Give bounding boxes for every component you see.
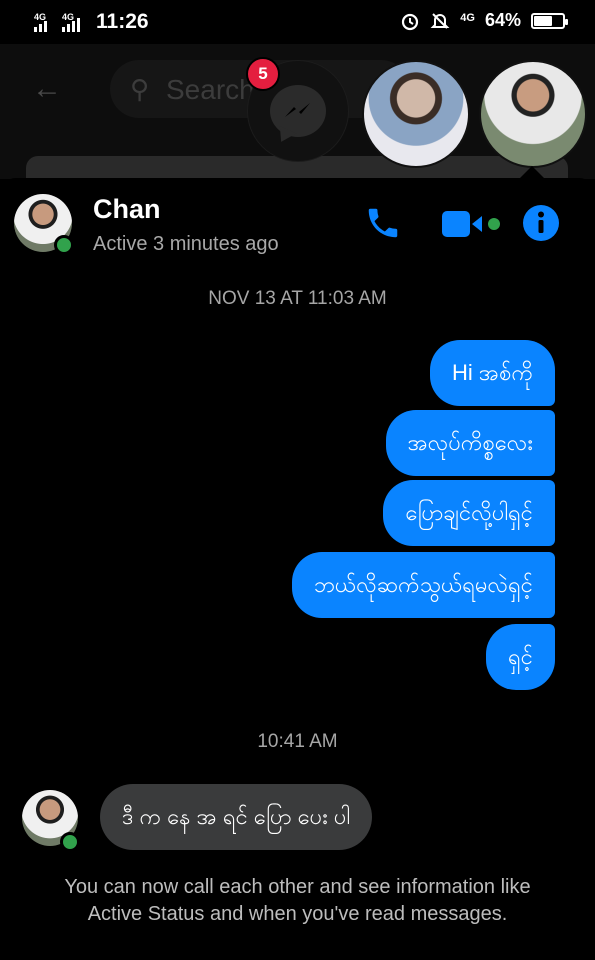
active-status: Active 3 minutes ago — [93, 233, 279, 255]
info-icon[interactable] — [522, 204, 560, 242]
chat-head-avatar[interactable] — [362, 60, 470, 168]
signal-icon: 4G — [34, 12, 56, 32]
outgoing-message[interactable]: အလုပ်ကိစ္စလေး — [385, 410, 555, 476]
chat-head-avatar-active[interactable] — [479, 60, 587, 168]
status-bar: 4G 4G 11:26 4G 64% — [0, 0, 595, 44]
alarm-icon — [402, 13, 419, 30]
contact-name[interactable]: Chan — [93, 194, 161, 225]
active-head-pointer — [520, 166, 544, 178]
battery-icon — [531, 12, 568, 29]
online-indicator — [60, 832, 80, 852]
search-placeholder: Search — [166, 74, 255, 105]
search-icon: ⚲ — [130, 74, 150, 104]
message-timestamp: NOV 13 AT 11:03 AM — [208, 288, 387, 309]
outgoing-message[interactable]: ပြောချင်လို့ပါရှင့် — [383, 480, 555, 546]
data-type-label: 4G — [460, 11, 475, 24]
outgoing-message[interactable]: Hi အစ်ကို — [430, 340, 555, 406]
message-timestamp: 10:41 AM — [257, 731, 338, 752]
back-arrow-icon: ← — [32, 72, 62, 105]
status-bar-right: 4G 64% — [400, 10, 568, 31]
chat-info-note: You can now call each other and see info… — [64, 876, 531, 925]
phone-call-icon[interactable] — [364, 204, 402, 242]
outgoing-message[interactable]: ရှင့် — [486, 624, 555, 690]
video-call-icon[interactable] — [440, 208, 502, 240]
unread-badge: 5 — [246, 57, 280, 91]
battery-percent: 64% — [484, 10, 521, 30]
chat-panel: Chan Active 3 minutes ago NOV 13 AT 11:0… — [0, 178, 595, 960]
clock: 11:26 — [96, 10, 149, 33]
battery-level — [534, 15, 552, 26]
mute-icon — [430, 12, 450, 29]
incoming-message[interactable]: ဒီ က နေ အ ရင် ပြော ပေး ပါ — [100, 784, 373, 850]
status-bar-left: 4G 4G 11:26 — [34, 10, 149, 34]
online-indicator — [54, 235, 74, 255]
outgoing-message[interactable]: ဘယ်လိုဆက်သွယ်ရမလဲရှင့် — [291, 552, 555, 618]
signal-icon: 4G — [62, 12, 84, 32]
